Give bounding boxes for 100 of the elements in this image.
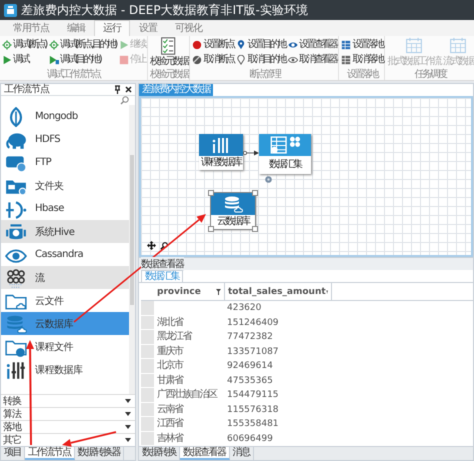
row-header[interactable]: [141, 417, 154, 432]
dropdown-arrow-icon: [125, 399, 131, 403]
ribbon-button[interactable]: 调试(断点): [1, 37, 47, 52]
table-cell-text: 77472382: [226, 331, 274, 344]
group-label: 调试工作流节点: [46, 69, 102, 80]
table-cell-text: 151246409: [226, 316, 280, 330]
row-header[interactable]: [141, 402, 154, 417]
resize-handle[interactable]: [252, 226, 258, 232]
ribbon-button[interactable]: 设置落地: [340, 37, 384, 52]
table-cell-text: 吉林省: [156, 432, 184, 446]
search-icon: [120, 96, 129, 105]
sliders-icon: [211, 136, 231, 154]
ribbon-tab[interactable]: 运行: [94, 20, 130, 36]
stop-icon: [118, 54, 129, 64]
panel-tab[interactable]: 数据转换: [139, 447, 180, 460]
panel-tab[interactable]: 消息: [230, 447, 254, 460]
table-cell-text: 133571087: [226, 346, 280, 358]
workflow-node[interactable]: 课程数据库: [199, 134, 243, 170]
row-header[interactable]: [141, 432, 154, 446]
ribbon-tab[interactable]: 编辑: [58, 20, 94, 36]
pin-icon: [236, 54, 246, 64]
gear-icon: [2, 40, 12, 50]
pin-icon: [114, 85, 121, 94]
row-header[interactable]: [141, 388, 154, 402]
row-header[interactable]: [141, 359, 154, 374]
row-header[interactable]: [141, 374, 154, 388]
play-icon: [2, 54, 12, 64]
ribbon-button[interactable]: 设置目的地: [235, 37, 286, 52]
node-list-item[interactable]: 系统Hive: [1, 220, 129, 243]
table-cell-text: 重庆市: [156, 344, 184, 358]
table-cell-text: 广西壮族自治区: [156, 388, 218, 402]
database-icon: [223, 194, 243, 214]
table-cell-text: 湖北省: [156, 316, 184, 330]
dropdown-arrow-icon: [125, 438, 131, 442]
table-cell-text: 北京市: [156, 359, 184, 373]
group-label: 设置落地: [346, 69, 378, 80]
resize-handle[interactable]: [208, 226, 214, 232]
circle-icon: [192, 54, 202, 64]
table-icon: [269, 135, 301, 155]
ribbon-button[interactable]: 取消查看器: [286, 52, 338, 67]
close-icon: [125, 86, 132, 93]
ribbon-button[interactable]: 取消目的地: [235, 52, 286, 67]
ribbon-tab[interactable]: 常用节点: [4, 20, 58, 36]
ribbon-button[interactable]: 设置断点: [191, 37, 234, 52]
category-header[interactable]: 算法: [1, 407, 135, 420]
dropdown-arrow-icon: [125, 412, 131, 416]
column-header[interactable]: province: [154, 283, 225, 300]
category-header[interactable]: 落地: [1, 420, 135, 433]
ribbon-tab[interactable]: 可视化: [166, 20, 211, 36]
group-label: 任务/调度: [414, 69, 447, 80]
table-cell-text: 江西省: [156, 417, 184, 431]
panel-title: 工作流节点: [4, 84, 49, 95]
node-list-item[interactable]: 流: [1, 266, 129, 289]
table-icon: [341, 54, 352, 64]
group-label: 断点管理: [248, 69, 281, 80]
row-header[interactable]: [141, 301, 154, 316]
table-cell-text: 60696499: [226, 432, 274, 446]
table-icon: [341, 40, 352, 50]
table-cell-text: 云南省: [156, 402, 184, 416]
group-label: 校验元数据: [148, 69, 188, 80]
table-cell-text: 154479115: [226, 389, 280, 402]
ribbon-button[interactable]: 取消断点: [191, 52, 234, 67]
table-cell-text: 甘肃省: [156, 374, 184, 388]
ribbon-button[interactable]: 取消落地: [340, 52, 384, 67]
panel-tab[interactable]: 数据转换器: [74, 447, 124, 460]
table-cell-text: 47535365: [226, 374, 274, 388]
window-title: 差旅费内控大数据 - DEEP大数据教育非IT版-实验环境: [21, 2, 308, 18]
workflow-node[interactable]: 数据汇集: [259, 134, 311, 174]
ribbon-button[interactable]: 调试(断点,目的地): [48, 37, 117, 52]
filter-icon: [216, 288, 221, 294]
ribbon-button[interactable]: 调试(目的地): [48, 52, 117, 67]
node-list-item[interactable]: 云数据库: [1, 312, 129, 335]
ribbon-button[interactable]: 校验元数据: [148, 37, 188, 67]
sliders-icon: [5, 360, 27, 380]
result-tab[interactable]: 数据汇集: [141, 270, 183, 282]
resize-handle[interactable]: [252, 190, 258, 196]
dropdown-arrow-icon: [125, 425, 131, 429]
table-cell-text: 115576318: [226, 404, 280, 416]
category-header[interactable]: 转换: [1, 394, 135, 407]
panel-tab[interactable]: 项目: [1, 447, 25, 460]
row-header[interactable]: [141, 344, 154, 359]
resize-handle[interactable]: [208, 190, 214, 196]
table-cell-text: 黑龙江省: [156, 330, 192, 344]
table-cell-text: 155358481: [226, 418, 280, 431]
row-header[interactable]: [141, 330, 154, 344]
eye-icon: [288, 54, 298, 64]
play-icon: [118, 40, 129, 50]
panel-tab[interactable]: 数据查看器: [180, 447, 230, 460]
ribbon-tab[interactable]: 设置: [130, 20, 166, 36]
panel-tab[interactable]: 工作流节点: [25, 447, 74, 460]
column-header[interactable]: total_sales_amount: [225, 283, 332, 300]
workflow-node[interactable]: 云数据库: [211, 193, 255, 229]
database-icon: [5, 314, 27, 334]
table-cell-text: 92469614: [226, 360, 274, 373]
annotation-arrow: [62, 431, 116, 447]
app-icon: [4, 4, 17, 16]
row-header[interactable]: [141, 316, 154, 330]
ribbon-button[interactable]: 设置查看器: [286, 37, 338, 52]
port-icon: [265, 176, 272, 183]
ribbon-button[interactable]: 调试: [1, 52, 47, 67]
